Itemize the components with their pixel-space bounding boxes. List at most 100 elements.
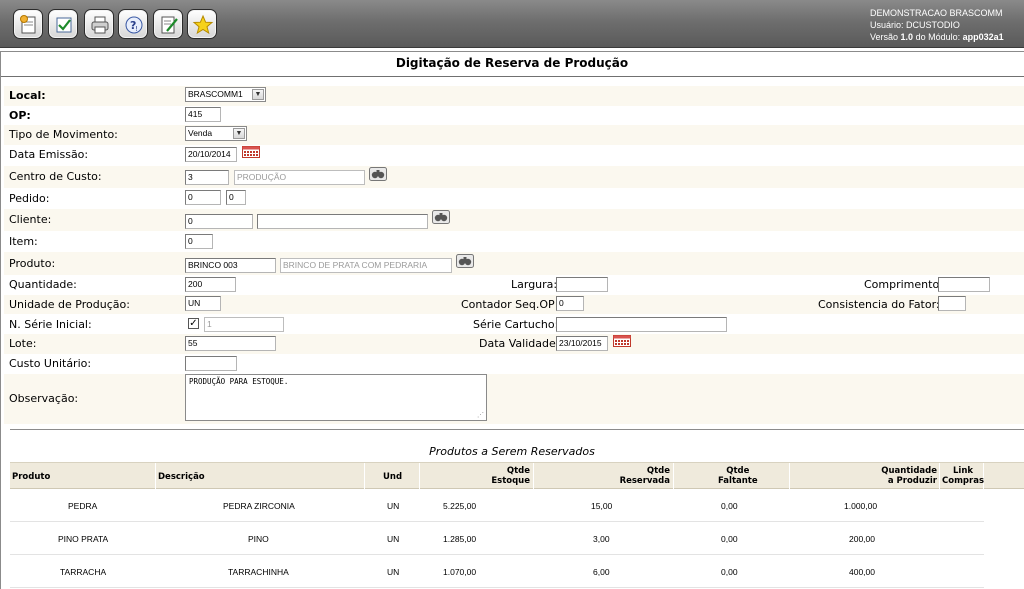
table-row[interactable]: TARRACHA TARRACHINHA UN 1.070,00 6,00 0,…	[10, 555, 984, 588]
consistencia-fator-input[interactable]	[938, 296, 966, 311]
col-produto-label: Produto	[12, 472, 51, 482]
unidade-producao-input[interactable]: UN	[185, 296, 221, 311]
row-cliente: Cliente: 0	[4, 209, 1024, 231]
cell-estoque: 1.285,00	[443, 534, 477, 544]
contador-seq-op-input[interactable]: 0	[556, 296, 584, 311]
col-qtd-produzir-label: Quantidade a Produzir	[881, 466, 937, 486]
col-qtd-produzir[interactable]: Quantidade a Produzir	[790, 463, 940, 489]
col-und-label: Und	[383, 472, 403, 482]
confirm-button[interactable]	[48, 9, 78, 39]
observacao-label: Observação:	[9, 392, 79, 405]
row-data-emissao: Data Emissão: 20/10/2014	[4, 145, 1024, 166]
col-qtde-reservada[interactable]: Qtde Reservada	[534, 463, 674, 489]
data-emissao-input[interactable]: 20/10/2014	[185, 147, 237, 162]
op-label: OP:	[9, 109, 31, 122]
quantidade-input[interactable]: 200	[185, 277, 236, 292]
quantidade-label: Quantidade:	[9, 278, 77, 291]
cell-reservada: 15,00	[591, 501, 613, 511]
op-input[interactable]: 415	[185, 107, 221, 122]
calendar-icon[interactable]	[613, 335, 631, 347]
row-lote: Lote: 55 Data Validade: 23/10/2015	[4, 334, 1024, 354]
products-section-title: Produtos a Serem Reservados	[429, 445, 595, 458]
user-label: Usuário:	[870, 20, 904, 30]
col-link-compras-label: Link Compras	[942, 466, 985, 486]
cell-faltante: 0,00	[721, 501, 738, 511]
section-divider	[10, 429, 1024, 430]
help-button[interactable]: ? !	[118, 9, 148, 39]
produto-description: BRINCO DE PRATA COM PEDRARIA	[280, 258, 452, 273]
table-row[interactable]: PEDRA PEDRA ZIRCONIA UN 5.225,00 15,00 0…	[10, 489, 984, 522]
row-quantidade: Quantidade: 200 Largura: Comprimento:	[4, 275, 1024, 295]
cell-estoque: 5.225,00	[443, 501, 477, 511]
col-qtde-faltante[interactable]: Qtde Faltante	[674, 463, 790, 489]
largura-input[interactable]	[556, 277, 608, 292]
user-info: Usuário: DCUSTODIO	[870, 19, 1010, 31]
cliente-label: Cliente:	[9, 213, 52, 226]
binoculars-icon[interactable]	[456, 254, 474, 268]
lote-input[interactable]: 55	[185, 336, 276, 351]
new-document-button[interactable]	[13, 9, 43, 39]
cell-und: UN	[387, 534, 400, 544]
produto-code-input[interactable]: BRINCO 003	[185, 258, 276, 273]
item-input[interactable]: 0	[185, 234, 213, 249]
comprimento-input[interactable]	[938, 277, 990, 292]
svg-text:!: !	[135, 25, 138, 33]
n-serie-inicial-checkbox[interactable]: ✓	[188, 318, 199, 329]
custo-unitario-label: Custo Unitário:	[9, 357, 92, 370]
produto-label: Produto:	[9, 257, 56, 270]
row-tipo-movimento: Tipo de Movimento: Venda ▼	[4, 125, 1024, 145]
resize-grip-icon[interactable]: ⋰	[477, 411, 484, 419]
help-icon: ? !	[125, 16, 143, 34]
col-qtde-estoque-label: Qtde Estoque	[491, 466, 530, 486]
binoculars-icon[interactable]	[432, 210, 450, 224]
edit-button[interactable]	[153, 9, 183, 39]
chevron-down-icon: ▼	[233, 128, 245, 139]
col-link-compras[interactable]: Link Compras	[940, 463, 984, 489]
cell-produzir: 200,00	[849, 534, 875, 544]
col-produto[interactable]: Produto	[10, 463, 156, 489]
consistencia-fator-label: Consistencia do Fator:	[818, 298, 940, 311]
company-name: DEMONSTRACAO BRASCOMM	[870, 8, 1003, 18]
centro-custo-code-input[interactable]: 3	[185, 170, 229, 185]
col-qtde-reservada-label: Qtde Reservada	[619, 466, 670, 486]
row-custo-unitario: Custo Unitário:	[4, 354, 1024, 374]
calendar-icon[interactable]	[242, 146, 260, 158]
item-label: Item:	[9, 235, 38, 248]
version-info: Versão 1.0 do Módulo: app032a1	[870, 31, 1010, 43]
checkmark-icon	[56, 17, 72, 33]
cell-faltante: 0,00	[721, 567, 738, 577]
data-validade-label: Data Validade:	[479, 337, 560, 350]
col-qtde-estoque[interactable]: Qtde Estoque	[420, 463, 534, 489]
local-select[interactable]: BRASCOMM1 ▼	[185, 87, 266, 102]
row-serie-inicial: N. Série Inicial: ✓ 1 Série Cartucho:	[4, 314, 1024, 334]
custo-unitario-input[interactable]	[185, 356, 237, 371]
serie-cartucho-input[interactable]	[556, 317, 727, 332]
cell-produzir: 1.000,00	[844, 501, 878, 511]
col-qtde-faltante-label: Qtde Faltante	[718, 466, 758, 486]
table-row[interactable]: PINO PRATA PINO UN 1.285,00 3,00 0,00 20…	[10, 522, 984, 555]
col-descricao[interactable]: Descrição	[156, 463, 365, 489]
page-title: Digitação de Reserva de Produção	[395, 56, 629, 70]
cell-estoque: 1.070,00	[443, 567, 477, 577]
cliente-code-input[interactable]: 0	[185, 214, 253, 229]
data-validade-input[interactable]: 23/10/2015	[556, 336, 608, 351]
cliente-name-input[interactable]	[257, 214, 428, 229]
col-und[interactable]: Und	[365, 463, 420, 489]
cell-produzir: 400,00	[849, 567, 875, 577]
binoculars-icon[interactable]	[369, 167, 387, 181]
row-produto: Produto: BRINCO 003 BRINCO DE PRATA COM …	[4, 252, 1024, 275]
print-button[interactable]	[84, 9, 114, 39]
row-item: Item: 0	[4, 231, 1024, 252]
tipo-movimento-select[interactable]: Venda ▼	[185, 126, 247, 141]
favorite-button[interactable]	[187, 9, 217, 39]
local-value: BRASCOMM1	[188, 89, 243, 99]
row-local: Local: BRASCOMM1 ▼	[4, 86, 1024, 106]
row-centro-custo: Centro de Custo: 3 PRODUÇÃO	[4, 166, 1024, 188]
pedido-seq-input[interactable]: 0	[226, 190, 246, 205]
row-unidade-producao: Unidade de Produção: UN Contador Seq.OP:…	[4, 295, 1024, 314]
n-serie-inicial-input[interactable]: 1	[204, 317, 284, 332]
observacao-textarea[interactable]: PRODUÇÃO PARA ESTOQUE. ⋰	[185, 374, 487, 421]
unidade-producao-label: Unidade de Produção:	[9, 298, 130, 311]
pedido-input[interactable]: 0	[185, 190, 221, 205]
col-descricao-label: Descrição	[158, 472, 205, 482]
